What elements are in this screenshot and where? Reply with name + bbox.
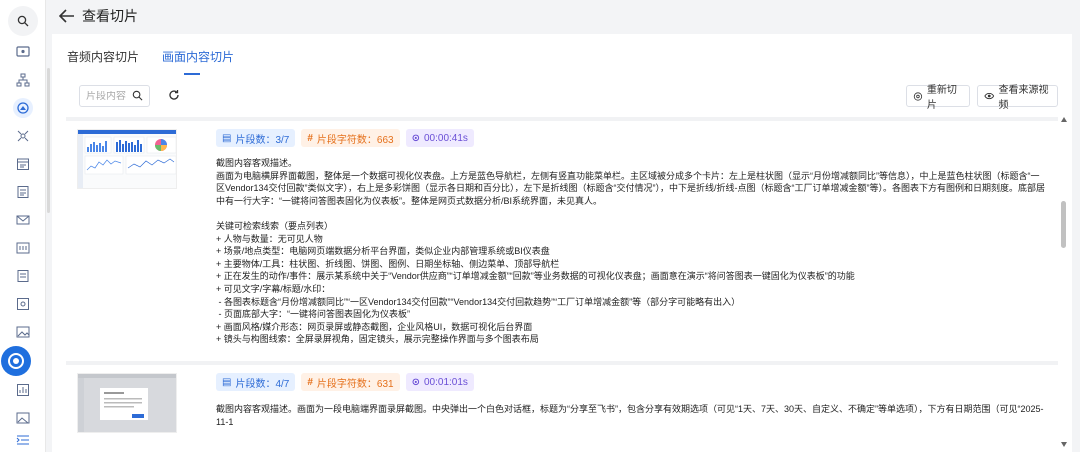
scrollbar-thumb[interactable] [1061, 201, 1066, 248]
slice-thumbnail[interactable] [77, 129, 177, 189]
gear-box-icon[interactable] [15, 296, 31, 312]
mail-icon[interactable] [15, 212, 31, 228]
duration-text: 00:01:01s [424, 376, 468, 388]
char-count-badge: # 片段字符数：631 [301, 373, 400, 391]
duration-badge[interactable]: ⊙ 00:01:01s [405, 373, 474, 391]
segment-count-text: 片段数：3/7 [235, 134, 290, 146]
file-icon[interactable] [15, 268, 31, 284]
tab-bar: 音频内容切片 画面内容切片 [67, 48, 257, 75]
slice-list: ▤ 片段数：3/7 # 片段字符数：663 ⊙ 00:00:41s 截图内容客观… [66, 117, 1058, 452]
eye-icon [984, 92, 995, 100]
segment-count-badge: ▤ 片段数：4/7 [216, 373, 296, 391]
slice-icon[interactable] [13, 98, 33, 118]
gear-icon [913, 91, 923, 101]
slice-tags: ▤ 片段数：4/7 # 片段字符数：631 ⊙ 00:01:01s [216, 373, 480, 391]
char-count-text: 片段字符数：631 [316, 378, 394, 390]
recut-label: 重新切片 [926, 85, 957, 111]
char-count-badge: # 片段字符数：663 [301, 129, 400, 147]
collapse-menu-icon[interactable] [15, 432, 31, 448]
hash-icon: # [307, 376, 313, 388]
view-source-video-button[interactable]: 查看来源视频 [977, 85, 1058, 111]
scroll-down-icon[interactable] [1061, 442, 1067, 447]
hash-icon: # [307, 132, 313, 144]
duration-badge[interactable]: ⊙ 00:00:41s [405, 129, 474, 147]
slice-description: 截图内容客观描述。画面为一段电脑端界面录屏截图。中央弹出一个白色对话框，标题为“… [216, 404, 1044, 427]
list-scrollbar[interactable] [1060, 117, 1068, 447]
play-icon: ⊙ [411, 376, 420, 388]
play-icon: ⊙ [411, 132, 420, 144]
segment-count-badge: ▤ 片段数：3/7 [216, 129, 296, 147]
chart-icon[interactable] [15, 382, 31, 398]
recut-button[interactable]: 重新切片 [906, 85, 970, 111]
calendar-icon[interactable] [15, 156, 31, 172]
main-panel: 音频内容切片 画面内容切片 重新切片 查看来源视频 [52, 34, 1072, 452]
tab-visual-slices[interactable]: 画面内容切片 [162, 48, 234, 75]
document-icon[interactable] [15, 184, 31, 200]
view-source-label: 查看来源视频 [998, 85, 1049, 111]
org-chart-icon[interactable] [15, 72, 31, 88]
search-icon[interactable] [8, 6, 38, 36]
image-icon[interactable] [15, 324, 31, 340]
search-field[interactable] [79, 85, 150, 107]
page-title: 查看切片 [82, 8, 138, 24]
rail-scrollbar[interactable] [47, 68, 50, 213]
tab-audio-slices[interactable]: 音频内容切片 [67, 48, 139, 75]
duration-text: 00:00:41s [424, 132, 468, 144]
segment-count-text: 片段数：4/7 [235, 378, 290, 390]
assistant-logo[interactable] [1, 346, 31, 376]
slice-thumbnail[interactable] [77, 373, 177, 433]
char-count-text: 片段字符数：663 [316, 134, 394, 146]
slice-tags: ▤ 片段数：3/7 # 片段字符数：663 ⊙ 00:00:41s [216, 129, 480, 147]
list-item: ▤ 片段数：3/7 # 片段字符数：663 ⊙ 00:00:41s 截图内容客观… [66, 117, 1058, 361]
slice-description: 截图内容客观描述。 画面为电脑横屏界面截图，整体是一个数据可视化仪表盘。上方是蓝… [216, 158, 1046, 345]
refresh-icon[interactable] [168, 89, 180, 104]
picture-icon[interactable] [15, 410, 31, 426]
page-header: 查看切片 [52, 0, 1080, 32]
segment-icon: ▤ [222, 376, 232, 388]
segment-icon: ▤ [222, 132, 232, 144]
side-nav [0, 0, 46, 452]
monitor-icon[interactable] [15, 44, 31, 60]
dashboard-icon[interactable] [15, 240, 31, 256]
list-item: ▤ 片段数：4/7 # 片段字符数：631 ⊙ 00:01:01s 截图内容客观… [66, 361, 1058, 452]
search-input[interactable] [86, 90, 126, 102]
network-icon[interactable] [15, 128, 31, 144]
search-icon[interactable] [132, 90, 143, 104]
back-arrow-icon[interactable] [58, 7, 76, 25]
scroll-up-icon[interactable] [1061, 117, 1067, 122]
